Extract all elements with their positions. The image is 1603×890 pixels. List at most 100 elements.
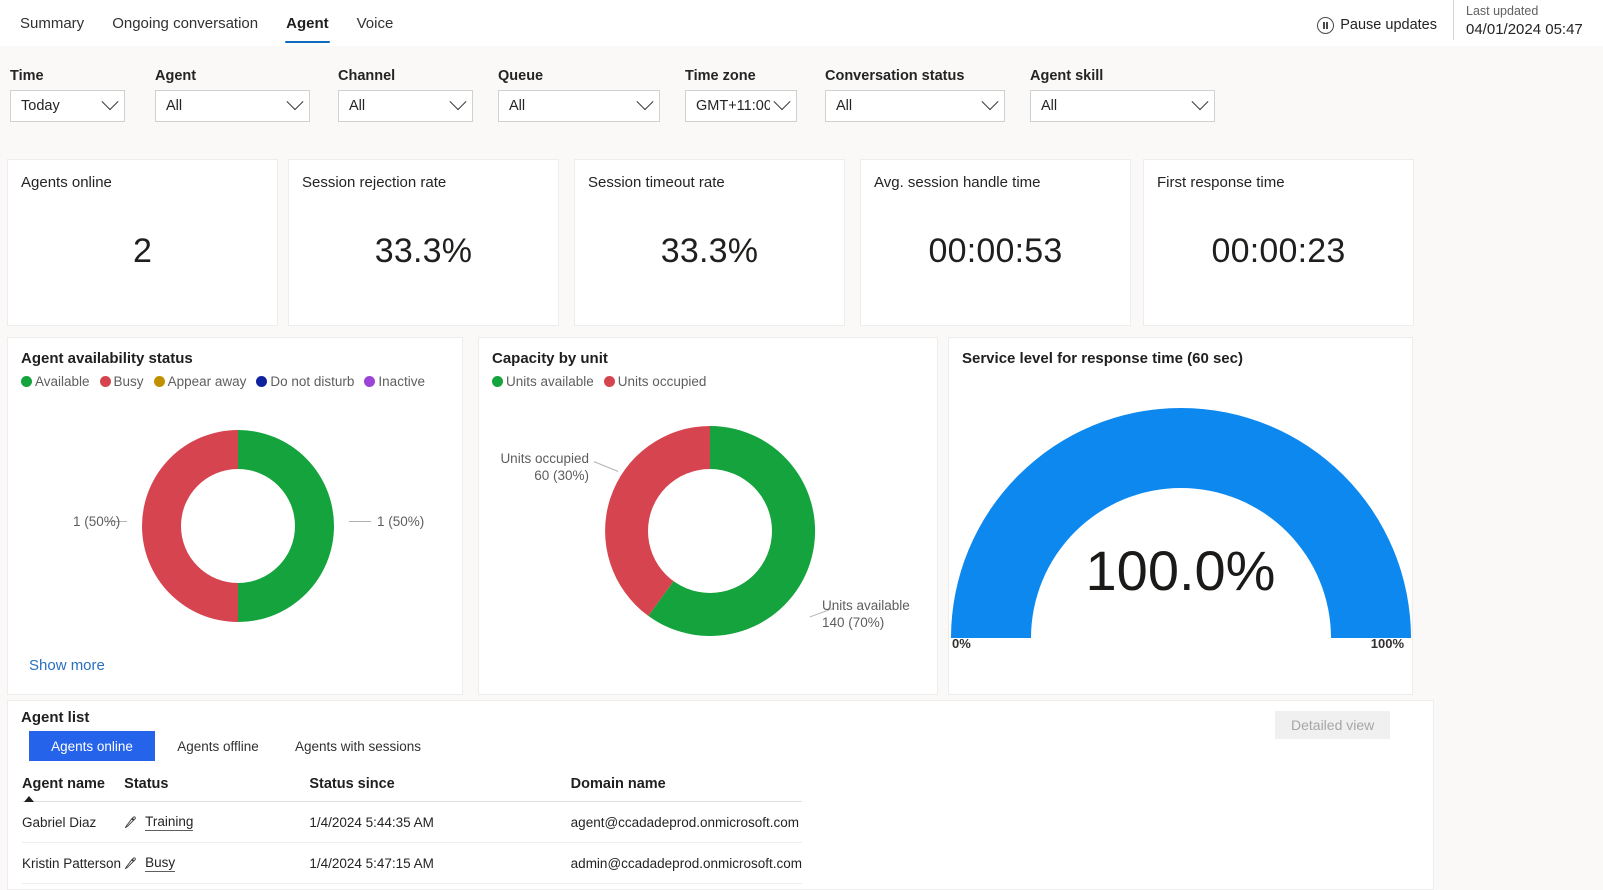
filter-channel-label: Channel [338, 68, 396, 84]
pause-updates-button[interactable]: Pause updates [1317, 2, 1453, 48]
tab-summary[interactable]: Summary [6, 0, 98, 46]
detailed-view-button[interactable]: Detailed view [1275, 711, 1391, 739]
tab-ongoing-conversation-label: Ongoing conversation [112, 14, 259, 32]
chart-legend: Available Busy Appear away Do not distur… [8, 367, 462, 389]
filter-time-value: Today [21, 98, 60, 114]
capacity-occupied-value: 60 (30%) [534, 467, 589, 483]
chart-title: Capacity by unit [492, 350, 608, 367]
filter-queue: Queue All [498, 68, 660, 122]
chart-legend: Units available Units occupied [479, 367, 937, 389]
chevron-down-icon [1191, 93, 1209, 111]
filter-queue-label: Queue [498, 68, 544, 84]
cell-agent-name: Kristin Patterson [22, 842, 125, 884]
capacity-available-value: 140 (70%) [822, 614, 885, 630]
tab-ongoing-conversation[interactable]: Ongoing conversation [98, 0, 272, 46]
cell-domain-name: admin@ccadadeprod.onmicrosoft.com [570, 842, 802, 884]
status-value[interactable]: Training [145, 814, 194, 831]
last-updated-label: Last updated [1466, 4, 1539, 18]
cell-agent-name: Gabriel Diaz [22, 801, 125, 843]
sort-ascending-icon [24, 796, 34, 802]
filter-time-zone-select[interactable]: GMT+11:00 [685, 90, 797, 122]
legend-item-do-not-disturb[interactable]: Do not disturb [256, 374, 354, 389]
column-header-status-since-label: Status since [309, 776, 395, 792]
legend-item-inactive[interactable]: Inactive [364, 374, 425, 389]
legend-swatch-icon [153, 376, 165, 387]
filter-time-select[interactable]: Today [10, 90, 125, 122]
gauge-min-label: 0% [952, 636, 971, 651]
filter-bar: Time Today Agent All Channel All Queue A… [0, 46, 1603, 136]
chevron-down-icon [449, 93, 467, 111]
legend-item-units-available[interactable]: Units available [492, 374, 594, 389]
agent-list-table-body: Gabriel Diaz Training 1/4/2024 5:44:35 A… [22, 801, 802, 884]
legend-item-busy[interactable]: Busy [99, 374, 144, 389]
pivot-label: Agents offline [177, 738, 259, 754]
kpi-card-first-response-time: First response time 00:00:23 [1143, 159, 1414, 326]
legend-item-appear-away[interactable]: Appear away [153, 374, 246, 389]
pause-updates-label: Pause updates [1340, 17, 1437, 33]
kpi-title: Agents online [21, 174, 112, 191]
status-value[interactable]: Busy [145, 855, 176, 872]
edit-pencil-icon[interactable] [124, 857, 137, 870]
legend-swatch-icon [492, 376, 503, 387]
tab-voice[interactable]: Voice [343, 0, 408, 46]
filter-agent-label: Agent [155, 68, 197, 84]
top-tab-bar: Summary Ongoing conversation Agent Voice… [0, 0, 1603, 46]
cell-status-since: 1/4/2024 5:47:15 AM [309, 842, 571, 884]
filter-queue-value: All [509, 98, 526, 114]
agent-list-table-head: Agent name Status Status since Domain na… [22, 776, 802, 802]
kpi-card-session-rejection-rate: Session rejection rate 33.3% [288, 159, 559, 326]
legend-item-available[interactable]: Available [21, 374, 90, 389]
pivot-agents-with-sessions[interactable]: Agents with sessions [281, 731, 435, 761]
filter-agent-select[interactable]: All [155, 90, 310, 122]
kpi-value: 2 [132, 232, 153, 270]
filter-conversation-status-label: Conversation status [825, 68, 965, 84]
filter-time-zone-value: GMT+11:00 [696, 98, 770, 114]
chevron-down-icon [981, 93, 999, 111]
capacity-donut-chart[interactable] [601, 422, 819, 640]
filter-agent-skill-label: Agent skill [1030, 68, 1104, 84]
legend-item-units-occupied[interactable]: Units occupied [603, 374, 706, 389]
filter-conversation-status-select[interactable]: All [825, 90, 1005, 122]
column-header-agent-name[interactable]: Agent name [22, 776, 124, 802]
top-bar-right: Pause updates Last updated 04/01/2024 05… [1317, 0, 1603, 46]
service-level-gauge-svg[interactable] [949, 376, 1414, 651]
capacity-occupied-name: Units occupied [500, 451, 589, 466]
legend-label: Units available [506, 374, 594, 389]
agent-list-card: Agent list Agents online Agents offline … [7, 700, 1434, 890]
legend-swatch-icon [256, 376, 268, 387]
filter-channel-select[interactable]: All [338, 90, 473, 122]
chevron-down-icon [286, 93, 304, 111]
pivot-agents-online[interactable]: Agents online [29, 731, 155, 761]
capacity-label-units-available: Units available 140 (70%) [822, 598, 910, 632]
column-header-status[interactable]: Status [124, 776, 309, 802]
pause-circle-icon [1317, 16, 1335, 34]
legend-swatch-icon [603, 376, 615, 387]
service-level-value: 100.0% [1085, 539, 1276, 602]
legend-swatch-icon [99, 376, 111, 387]
filter-agent: Agent All [155, 68, 310, 122]
pivot-agents-offline[interactable]: Agents offline [155, 731, 281, 761]
filter-channel-value: All [349, 98, 366, 114]
availability-donut-chart[interactable] [138, 426, 338, 626]
kpi-value: 00:00:53 [928, 232, 1063, 270]
table-row[interactable]: Gabriel Diaz Training 1/4/2024 5:44:35 A… [22, 801, 802, 843]
show-more-link[interactable]: Show more [29, 657, 105, 674]
filter-agent-value: All [166, 98, 183, 114]
kpi-title: Session rejection rate [302, 174, 447, 191]
filter-queue-select[interactable]: All [498, 90, 660, 122]
column-header-status-since[interactable]: Status since [309, 776, 570, 802]
tab-agent[interactable]: Agent [272, 0, 343, 46]
pivot-label: Agents online [51, 738, 133, 754]
kpi-card-agents-online: Agents online 2 [7, 159, 278, 326]
availability-donut-svg [142, 430, 334, 622]
chart-card-capacity-by-unit: Capacity by unit Units available Units o… [478, 337, 938, 695]
capacity-available-name: Units available [822, 598, 910, 613]
edit-pencil-icon[interactable] [124, 816, 137, 829]
filter-channel: Channel All [338, 68, 473, 122]
agent-list-table: Agent name Status Status since Domain na… [22, 776, 802, 884]
table-row[interactable]: Kristin Patterson Busy 1/4/2024 5:47:15 … [22, 842, 802, 884]
kpi-title: First response time [1157, 174, 1285, 191]
filter-agent-skill-select[interactable]: All [1030, 90, 1215, 122]
column-header-domain-name[interactable]: Domain name [571, 776, 802, 802]
legend-label: Busy [113, 374, 144, 389]
